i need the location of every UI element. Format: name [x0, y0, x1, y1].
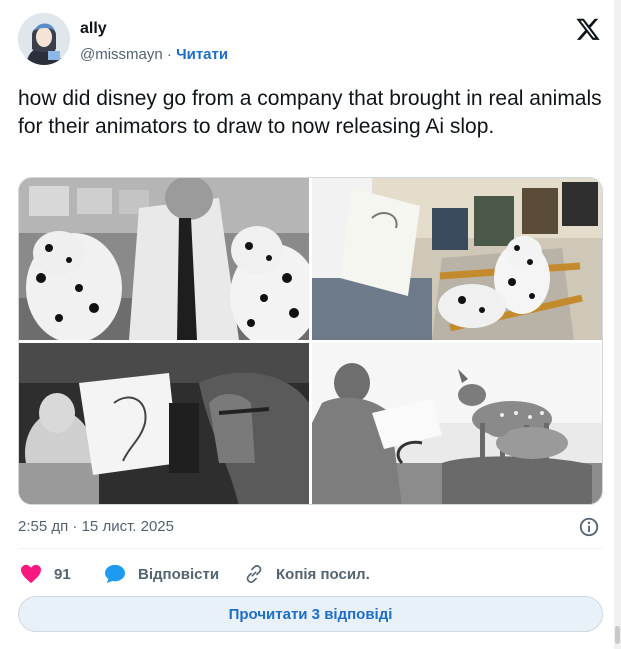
follow-link[interactable]: Читати: [176, 46, 228, 63]
tweet-date: 15 лист. 2025: [81, 518, 174, 535]
link-icon: [246, 565, 262, 583]
media-photo-1[interactable]: [19, 178, 309, 340]
speech-bubble-icon: [105, 564, 125, 584]
copy-link-button[interactable]: Копія посил.: [244, 561, 370, 587]
info-icon[interactable]: [578, 516, 600, 538]
tweet-timestamp[interactable]: 2:55 дп · 15 лист. 2025: [18, 518, 174, 535]
scrollbar[interactable]: [614, 0, 621, 649]
author-handle-row: @missmayn · Читати: [80, 46, 228, 63]
photo-dalmatian-puppy-on-chair: [312, 178, 602, 340]
divider: [18, 548, 603, 549]
like-count: 91: [54, 565, 71, 583]
photo-horse-with-sketch: [19, 343, 309, 504]
photo-dalmatians-with-animator: [19, 178, 309, 340]
reply-label: Відповісти: [138, 565, 220, 583]
handle-separator: ·: [166, 46, 172, 63]
media-photo-3[interactable]: [19, 343, 309, 504]
media-photo-4[interactable]: [312, 343, 602, 504]
media-photo-2[interactable]: [312, 178, 602, 340]
tweet-time: 2:55 дп: [18, 518, 69, 535]
reply-button[interactable]: Відповісти: [104, 561, 219, 587]
media-grid: [18, 177, 603, 505]
tweet-card: ally @missmayn · Читати how did disney g…: [0, 0, 614, 649]
tweet-text: how did disney go from a company that br…: [18, 87, 602, 138]
like-button[interactable]: 91: [20, 561, 71, 587]
heart-icon: [21, 564, 41, 584]
author-handle[interactable]: @missmayn: [80, 46, 163, 63]
timestamp-separator: ·: [72, 518, 78, 535]
scrollbar-thumb[interactable]: [615, 626, 620, 644]
avatar-image: [18, 13, 70, 65]
tweet-header: ally @missmayn · Читати: [18, 13, 603, 69]
author-name[interactable]: ally: [80, 20, 107, 38]
x-logo-icon[interactable]: [575, 16, 601, 42]
read-replies-button[interactable]: Прочитати 3 відповіді: [18, 596, 603, 632]
copy-link-label: Копія посил.: [276, 565, 370, 583]
action-bar: 91 Відповісти Копія посил.: [18, 561, 603, 587]
photo-fawns-with-animator: [312, 343, 602, 504]
avatar[interactable]: [18, 13, 70, 65]
